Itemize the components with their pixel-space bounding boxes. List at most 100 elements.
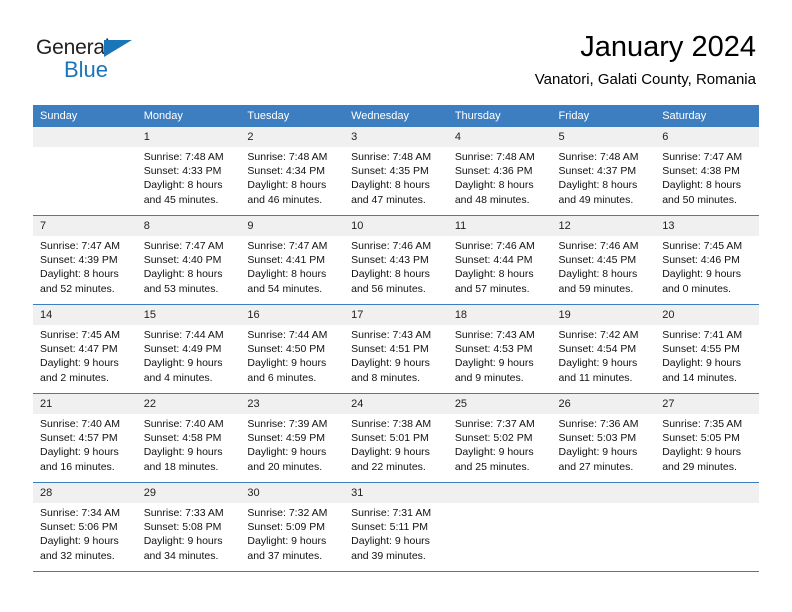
- calendar-day-cell[interactable]: 24 Sunrise: 7:38 AM Sunset: 5:01 PM Dayligh…: [344, 393, 448, 483]
- calendar-day-cell[interactable]: 17 Sunrise: 7:43 AM Sunset: 4:51 PM Dayligh…: [344, 304, 448, 394]
- day-cell-inner: 16 Sunrise: 7:44 AM Sunset: 4:50 PM Dayligh…: [240, 305, 345, 393]
- calendar-day-cell[interactable]: 30 Sunrise: 7:32 AM Sunset: 5:09 PM Dayligh…: [240, 482, 345, 572]
- logo-text-blue: Blue: [64, 57, 109, 82]
- calendar-day-cell[interactable]: 15 Sunrise: 7:44 AM Sunset: 4:49 PM Dayligh…: [136, 304, 241, 394]
- calendar-day-cell[interactable]: 2 Sunrise: 7:48 AM Sunset: 4:34 PM Daylight…: [240, 127, 345, 216]
- calendar-day-cell-empty: [33, 127, 137, 216]
- day-detail-sunset: Sunset: 4:36 PM: [454, 165, 533, 178]
- day-number: [551, 483, 656, 503]
- day-number: 29: [136, 483, 241, 503]
- day-detail-sunset: Sunset: 4:33 PM: [143, 165, 222, 178]
- day-detail-sunset: Sunset: 4:55 PM: [662, 343, 740, 356]
- calendar-day-cell[interactable]: 8 Sunrise: 7:47 AM Sunset: 4:40 PM Daylight…: [136, 215, 241, 305]
- calendar-day-cell[interactable]: 26 Sunrise: 7:36 AM Sunset: 5:03 PM Dayligh…: [551, 393, 656, 483]
- day-detail-daylight-2: and 59 minutes.: [558, 282, 634, 295]
- calendar-day-cell[interactable]: 1 Sunrise: 7:48 AM Sunset: 4:33 PM Daylight…: [136, 127, 241, 216]
- day-cell-inner: 4 Sunrise: 7:48 AM Sunset: 4:36 PM Daylight…: [447, 127, 552, 215]
- calendar-day-cell[interactable]: 20 Sunrise: 7:41 AM Sunset: 4:55 PM Dayligh…: [655, 304, 759, 394]
- day-detail-sunset: Sunset: 4:50 PM: [247, 343, 326, 356]
- calendar-day-cell[interactable]: 4 Sunrise: 7:48 AM Sunset: 4:36 PM Daylight…: [447, 127, 552, 216]
- calendar-week-row: 1 Sunrise: 7:48 AM Sunset: 4:33 PM Daylight…: [33, 127, 759, 216]
- calendar-day-cell[interactable]: 5 Sunrise: 7:48 AM Sunset: 4:37 PM Daylight…: [551, 127, 656, 216]
- day-detail-sunset: Sunset: 5:08 PM: [143, 521, 222, 534]
- day-detail-sunrise: Sunrise: 7:32 AM: [247, 507, 328, 519]
- day-detail-daylight-1: Daylight: 9 hours: [558, 446, 638, 459]
- weekday-header-row: Sunday Monday Tuesday Wednesday Thursday Frid…: [33, 105, 759, 127]
- calendar-day-cell[interactable]: 13 Sunrise: 7:45 AM Sunset: 4:46 PM Dayligh…: [655, 215, 759, 305]
- month-calendar-grid: Sunday Monday Tuesday Wednesday Thursday Frid…: [33, 105, 759, 572]
- day-number: 17: [344, 305, 448, 325]
- calendar-page: General Blue January 2024 Vanatori, Gala…: [0, 0, 792, 612]
- day-cell-inner: 17 Sunrise: 7:43 AM Sunset: 4:51 PM Dayligh…: [344, 305, 448, 393]
- day-detail-daylight-1: Daylight: 8 hours: [247, 268, 327, 281]
- day-cell-inner: 14 Sunrise: 7:45 AM Sunset: 4:47 PM Dayligh…: [33, 305, 137, 393]
- calendar-day-cell[interactable]: 16 Sunrise: 7:44 AM Sunset: 4:50 PM Dayligh…: [240, 304, 345, 394]
- calendar-day-cell[interactable]: 12 Sunrise: 7:46 AM Sunset: 4:45 PM Dayligh…: [551, 215, 656, 305]
- calendar-week-row: 21 Sunrise: 7:40 AM Sunset: 4:57 PM Dayligh…: [33, 393, 759, 483]
- day-detail-sunset: Sunset: 4:37 PM: [558, 165, 637, 178]
- day-cell-inner: [33, 127, 137, 215]
- calendar-day-cell[interactable]: 28 Sunrise: 7:34 AM Sunset: 5:06 PM Dayligh…: [33, 482, 137, 572]
- calendar-day-cell[interactable]: 21 Sunrise: 7:40 AM Sunset: 4:57 PM Dayligh…: [33, 393, 137, 483]
- calendar-day-cell[interactable]: 14 Sunrise: 7:45 AM Sunset: 4:47 PM Dayligh…: [33, 304, 137, 394]
- day-cell-inner: 22 Sunrise: 7:40 AM Sunset: 4:58 PM Dayligh…: [136, 394, 241, 482]
- day-detail-daylight-1: Daylight: 9 hours: [454, 357, 534, 370]
- calendar-day-cell[interactable]: 11 Sunrise: 7:46 AM Sunset: 4:44 PM Dayligh…: [447, 215, 552, 305]
- day-number: 18: [447, 305, 552, 325]
- calendar-day-cell[interactable]: 18 Sunrise: 7:43 AM Sunset: 4:53 PM Dayligh…: [447, 304, 552, 394]
- day-detail-sunrise: Sunrise: 7:47 AM: [143, 240, 224, 252]
- day-cell-inner: 26 Sunrise: 7:36 AM Sunset: 5:03 PM Dayligh…: [551, 394, 656, 482]
- calendar-day-cell[interactable]: 25 Sunrise: 7:37 AM Sunset: 5:02 PM Dayligh…: [447, 393, 552, 483]
- day-detail-sunset: Sunset: 4:40 PM: [143, 254, 222, 267]
- day-detail-daylight-1: Daylight: 9 hours: [40, 446, 119, 459]
- calendar-day-cell[interactable]: 27 Sunrise: 7:35 AM Sunset: 5:05 PM Dayligh…: [655, 393, 759, 483]
- day-detail-daylight-1: Daylight: 9 hours: [247, 357, 327, 370]
- day-number: 5: [551, 127, 656, 147]
- day-detail-daylight-1: Daylight: 8 hours: [351, 268, 430, 281]
- day-detail-sunrise: Sunrise: 7:40 AM: [40, 418, 120, 430]
- day-details: Sunrise: 7:42 AM Sunset: 4:54 PM Daylight:…: [552, 325, 656, 385]
- day-number: 21: [33, 394, 137, 414]
- day-detail-sunrise: Sunrise: 7:48 AM: [351, 151, 432, 163]
- day-detail-sunrise: Sunrise: 7:37 AM: [454, 418, 535, 430]
- calendar-day-cell[interactable]: 23 Sunrise: 7:39 AM Sunset: 4:59 PM Dayligh…: [240, 393, 345, 483]
- calendar-day-cell[interactable]: 6 Sunrise: 7:47 AM Sunset: 4:38 PM Daylight…: [655, 127, 759, 216]
- day-number: 11: [447, 216, 552, 236]
- calendar-day-cell[interactable]: 19 Sunrise: 7:42 AM Sunset: 4:54 PM Dayligh…: [551, 304, 656, 394]
- calendar-day-cell[interactable]: 10 Sunrise: 7:46 AM Sunset: 4:43 PM Dayligh…: [344, 215, 448, 305]
- day-details: Sunrise: 7:48 AM Sunset: 4:36 PM Daylight:…: [448, 147, 552, 207]
- calendar-day-cell[interactable]: 3 Sunrise: 7:48 AM Sunset: 4:35 PM Daylight…: [344, 127, 448, 216]
- day-detail-daylight-1: Daylight: 9 hours: [247, 535, 327, 548]
- day-detail-sunset: Sunset: 5:11 PM: [351, 521, 428, 534]
- calendar-day-cell[interactable]: 22 Sunrise: 7:40 AM Sunset: 4:58 PM Dayligh…: [136, 393, 241, 483]
- day-detail-daylight-2: and 20 minutes.: [247, 460, 323, 473]
- day-cell-inner: 9 Sunrise: 7:47 AM Sunset: 4:41 PM Daylight…: [240, 216, 345, 304]
- calendar-day-cell[interactable]: 31 Sunrise: 7:31 AM Sunset: 5:11 PM Dayligh…: [344, 482, 448, 572]
- day-detail-sunset: Sunset: 5:01 PM: [351, 432, 429, 445]
- day-number: 22: [136, 394, 241, 414]
- day-cell-inner: 21 Sunrise: 7:40 AM Sunset: 4:57 PM Dayligh…: [33, 394, 137, 482]
- day-detail-daylight-2: and 56 minutes.: [351, 282, 426, 295]
- day-detail-daylight-2: and 22 minutes.: [351, 460, 426, 473]
- day-number: 24: [344, 394, 448, 414]
- day-details: Sunrise: 7:41 AM Sunset: 4:55 PM Daylight:…: [655, 325, 759, 385]
- day-details: Sunrise: 7:38 AM Sunset: 5:01 PM Daylight:…: [344, 414, 448, 474]
- calendar-day-cell[interactable]: 29 Sunrise: 7:33 AM Sunset: 5:08 PM Dayligh…: [136, 482, 241, 572]
- day-detail-sunset: Sunset: 4:41 PM: [247, 254, 326, 267]
- day-detail-daylight-2: and 37 minutes.: [247, 549, 323, 562]
- calendar-day-cell[interactable]: 7 Sunrise: 7:47 AM Sunset: 4:39 PM Daylight…: [33, 215, 137, 305]
- day-detail-daylight-1: Daylight: 9 hours: [143, 357, 223, 370]
- day-detail-sunset: Sunset: 4:49 PM: [143, 343, 222, 356]
- day-cell-inner: 18 Sunrise: 7:43 AM Sunset: 4:53 PM Dayligh…: [447, 305, 552, 393]
- day-cell-inner: 30 Sunrise: 7:32 AM Sunset: 5:09 PM Dayligh…: [240, 483, 345, 571]
- day-detail-sunrise: Sunrise: 7:46 AM: [454, 240, 535, 252]
- general-blue-logo: General Blue: [36, 36, 166, 84]
- day-details: Sunrise: 7:35 AM Sunset: 5:05 PM Daylight:…: [655, 414, 759, 474]
- day-number: 27: [655, 394, 759, 414]
- day-detail-sunset: Sunset: 5:05 PM: [662, 432, 740, 445]
- calendar-day-cell[interactable]: 9 Sunrise: 7:47 AM Sunset: 4:41 PM Daylight…: [240, 215, 345, 305]
- day-detail-daylight-2: and 47 minutes.: [351, 193, 426, 206]
- day-cell-inner: 1 Sunrise: 7:48 AM Sunset: 4:33 PM Daylight…: [136, 127, 241, 215]
- day-detail-daylight-1: Daylight: 9 hours: [351, 535, 430, 548]
- day-detail-daylight-1: Daylight: 8 hours: [558, 179, 638, 192]
